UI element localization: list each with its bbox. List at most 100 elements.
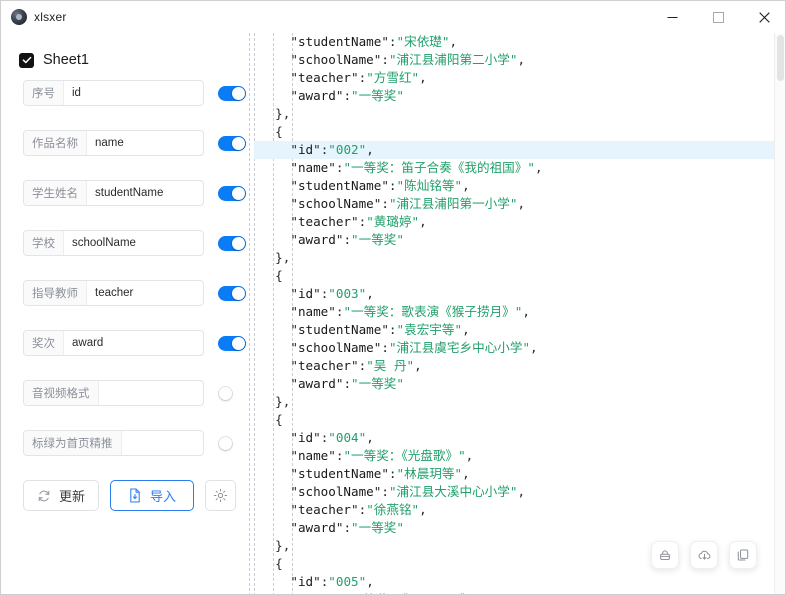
- json-token-punc: ":: [373, 484, 389, 499]
- lock-button[interactable]: [651, 541, 679, 569]
- json-token-punc: },: [275, 250, 291, 265]
- json-token-key: award: [297, 520, 336, 535]
- json-line: "id":"003",: [254, 285, 774, 303]
- field-input-group: 标绿为首页精推: [23, 430, 204, 456]
- json-token-punc: ,: [449, 34, 458, 49]
- json-token-key: id: [297, 430, 314, 445]
- title-bar: xlsxer: [1, 1, 785, 33]
- title-bar-left: xlsxer: [1, 9, 649, 25]
- json-line: "teacher":"黄璐婷",: [254, 213, 774, 231]
- json-token-str: "一等奖：笛子合奏《我的祖国》": [343, 160, 535, 175]
- json-token-punc: ,: [414, 358, 422, 373]
- json-token-str: "宋依璴": [396, 34, 450, 49]
- sheet-checkbox[interactable]: [19, 52, 34, 68]
- json-token-punc: ": [290, 232, 298, 247]
- window-title: xlsxer: [34, 10, 67, 24]
- sheet-selector-row[interactable]: Sheet1: [19, 52, 249, 68]
- json-token-punc: ,: [366, 430, 374, 445]
- json-token-str: "005": [328, 574, 367, 589]
- toggle-knob: [232, 136, 245, 150]
- viewer-floating-actions: [651, 541, 757, 569]
- json-token-str: "浦江县大溪中心小学": [388, 484, 518, 499]
- json-token-str: "林晨玥等": [396, 466, 463, 481]
- json-token-punc: ,: [517, 196, 526, 211]
- json-token-punc: ": [290, 448, 298, 463]
- field-input[interactable]: [64, 331, 203, 355]
- field-input-group: 序号: [23, 80, 204, 106]
- refresh-button[interactable]: 更新: [23, 480, 100, 511]
- json-token-punc: ":: [381, 34, 397, 49]
- json-token-punc: ": [290, 340, 298, 355]
- json-line: "studentName":"袁宏宇等",: [254, 321, 774, 339]
- json-token-key: name: [297, 160, 329, 175]
- settings-button[interactable]: [205, 480, 237, 511]
- copy-button[interactable]: [729, 541, 757, 569]
- field-toggle[interactable]: [218, 285, 246, 301]
- json-line: },: [254, 105, 774, 123]
- field-input-group: 指导教师: [23, 280, 204, 306]
- json-token-str: "一等奖": [351, 232, 404, 247]
- json-line: {: [254, 411, 774, 429]
- field-toggle[interactable]: [218, 235, 246, 251]
- json-line: "award":"一等奖": [254, 519, 774, 537]
- json-token-str: "一等奖": [351, 376, 404, 391]
- field-input[interactable]: [64, 231, 203, 255]
- json-token-str: "陈灿铭等": [396, 178, 463, 193]
- json-token-str: "袁宏宇等": [396, 322, 463, 337]
- json-line: "id":"005",: [254, 573, 774, 591]
- field-label: 奖次: [24, 331, 64, 355]
- field-input[interactable]: [98, 381, 203, 405]
- json-line: {: [254, 267, 774, 285]
- field-toggle[interactable]: [218, 435, 246, 451]
- json-line: "award":"一等奖": [254, 375, 774, 393]
- maximize-icon: [712, 11, 724, 23]
- json-line: "name":"一等奖：笛子合奏《我的祖国》",: [254, 159, 774, 177]
- field-input[interactable]: [87, 181, 203, 205]
- field-input[interactable]: [87, 131, 203, 155]
- scrollbar-thumb[interactable]: [777, 35, 784, 81]
- cloud-download-button[interactable]: [690, 541, 718, 569]
- json-token-punc: ":: [373, 196, 389, 211]
- field-input-group: 奖次: [23, 330, 204, 356]
- field-input[interactable]: [121, 431, 203, 455]
- field-input[interactable]: [87, 281, 203, 305]
- json-token-punc: },: [275, 106, 291, 121]
- json-token-punc: ": [290, 466, 298, 481]
- field-label: 标绿为首页精推: [24, 431, 122, 455]
- field-toggle[interactable]: [218, 385, 246, 401]
- json-token-key: teacher: [297, 214, 352, 229]
- import-button[interactable]: 导入: [110, 480, 195, 511]
- field-input-group: 音视频格式: [23, 380, 204, 406]
- json-token-punc: ": [290, 160, 298, 175]
- field-toggle[interactable]: [218, 335, 246, 351]
- field-toggle[interactable]: [218, 85, 246, 101]
- json-token-punc: ": [290, 484, 298, 499]
- toggle-knob: [232, 236, 245, 250]
- json-line: "name":"一等奖：《光盘歌》",: [254, 447, 774, 465]
- json-token-punc: ": [290, 88, 298, 103]
- close-button[interactable]: [741, 1, 785, 33]
- minimize-button[interactable]: [649, 1, 695, 33]
- json-token-punc: ":: [313, 430, 329, 445]
- json-token-punc: },: [275, 538, 291, 553]
- field-toggle[interactable]: [218, 135, 246, 151]
- viewer-scrollbar[interactable]: [774, 33, 785, 594]
- field-toggle[interactable]: [218, 185, 246, 201]
- field-row-5: 指导教师: [23, 280, 249, 306]
- json-line: "schoolName":"浦江县浦阳第二小学",: [254, 51, 774, 69]
- json-line: "id":"004",: [254, 429, 774, 447]
- json-viewer[interactable]: "studentName":"宋依璴", "schoolName":"浦江县浦阳…: [254, 33, 785, 594]
- field-input[interactable]: [64, 81, 203, 105]
- json-token-punc: ,: [462, 466, 470, 481]
- json-token-punc: ": [290, 142, 298, 157]
- field-row-2: 作品名称: [23, 130, 249, 156]
- json-line: "schoolName":"浦江县虞宅乡中心小学",: [254, 339, 774, 357]
- maximize-button[interactable]: [695, 1, 741, 33]
- toggle-knob: [219, 386, 232, 400]
- json-token-punc: ,: [366, 142, 374, 157]
- json-token-punc: ,: [462, 178, 470, 193]
- json-token-punc: ":: [335, 520, 352, 535]
- window-controls: [649, 1, 785, 33]
- json-line: {: [254, 123, 774, 141]
- json-token-punc: ":: [381, 466, 397, 481]
